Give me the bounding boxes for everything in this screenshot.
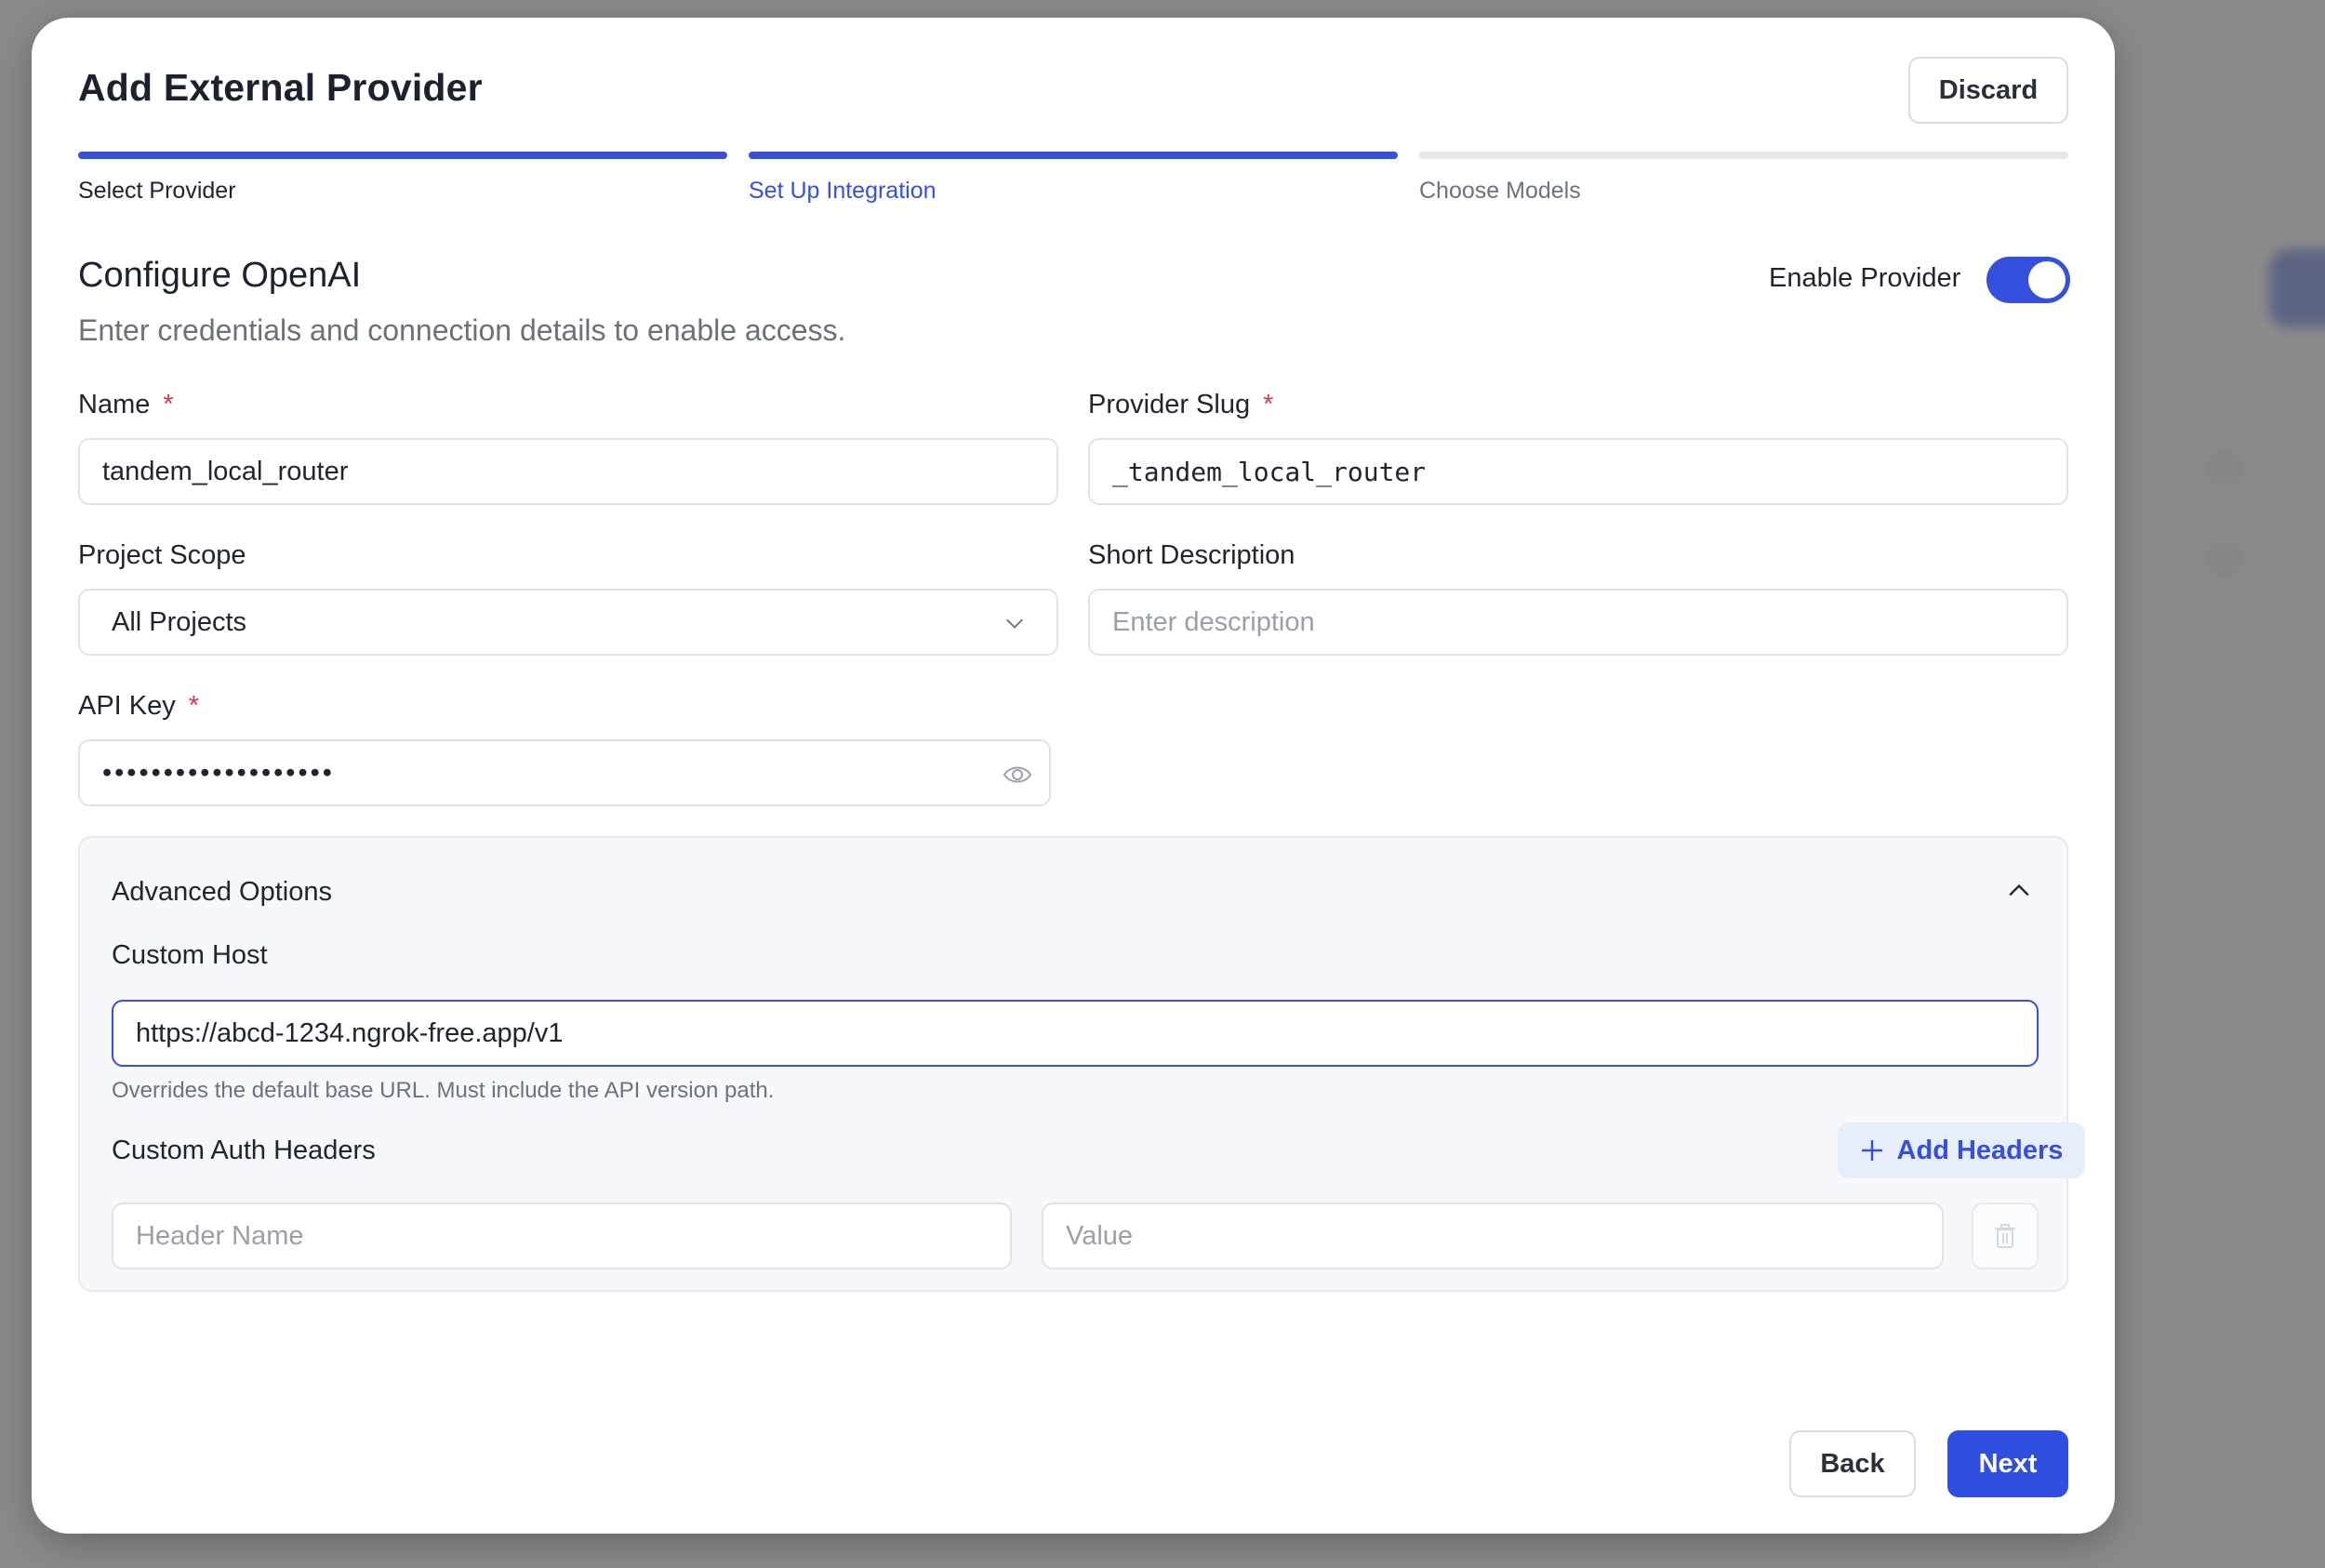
plus-icon bbox=[1861, 1140, 1882, 1161]
next-button[interactable]: Next bbox=[1947, 1430, 2068, 1497]
required-marker: * bbox=[163, 390, 174, 419]
provider-slug-input[interactable]: _tandem_local_router bbox=[1088, 438, 2068, 505]
eye-icon[interactable] bbox=[1003, 762, 1032, 788]
step-progress-bar bbox=[78, 152, 727, 159]
api-key-masked-value: ••••••••••••••••••• bbox=[102, 757, 335, 788]
section-title: Configure OpenAI bbox=[78, 256, 362, 295]
provider-slug-label: Provider Slug * bbox=[1088, 390, 1274, 419]
advanced-options-panel: Advanced Options Custom Host https://abc… bbox=[78, 836, 2085, 1292]
dialog-title: Add External Provider bbox=[78, 66, 483, 109]
add-headers-label: Add Headers bbox=[1896, 1135, 2064, 1165]
step-label: Select Provider bbox=[78, 178, 236, 204]
custom-host-input[interactable]: https://abcd-1234.ngrok-free.app/v1 bbox=[112, 1000, 2039, 1067]
toggle-knob bbox=[2028, 261, 2066, 299]
name-label: Name * bbox=[78, 390, 174, 419]
step-progress-bar bbox=[749, 152, 1398, 159]
header-value-placeholder: Value bbox=[1066, 1220, 1134, 1251]
advanced-options-title[interactable]: Advanced Options bbox=[112, 877, 332, 908]
short-description-placeholder: Enter description bbox=[1112, 606, 1315, 637]
project-scope-value: All Projects bbox=[112, 606, 247, 637]
background-app-button bbox=[2269, 249, 2325, 327]
api-key-label: API Key * bbox=[78, 691, 200, 721]
chevron-down-icon bbox=[1006, 618, 1023, 629]
header-value-input[interactable]: Value bbox=[1042, 1203, 1944, 1269]
header-name-input[interactable]: Header Name bbox=[112, 1203, 1012, 1269]
delete-header-button[interactable] bbox=[1972, 1203, 2039, 1269]
step-label: Set Up Integration bbox=[749, 178, 937, 204]
name-input[interactable]: tandem_local_router bbox=[78, 438, 1058, 505]
add-provider-dialog: Add External Provider Discard Select Pro… bbox=[32, 18, 2115, 1534]
project-scope-select[interactable]: All Projects bbox=[78, 589, 1058, 656]
project-scope-label: Project Scope bbox=[78, 540, 246, 570]
name-input-value: tandem_local_router bbox=[102, 456, 349, 486]
custom-host-help-text: Overrides the default base URL. Must inc… bbox=[112, 1078, 775, 1103]
short-description-input[interactable]: Enter description bbox=[1088, 589, 2068, 656]
trash-icon bbox=[1995, 1224, 2015, 1248]
provider-slug-value: _tandem_local_router bbox=[1112, 456, 1427, 487]
background-icon bbox=[2206, 448, 2243, 485]
custom-host-value: https://abcd-1234.ngrok-free.app/v1 bbox=[136, 1017, 564, 1048]
back-button[interactable]: Back bbox=[1789, 1430, 1916, 1497]
required-marker: * bbox=[188, 691, 200, 721]
section-subtitle: Enter credentials and connection details… bbox=[78, 313, 846, 347]
step-set-up-integration[interactable]: Set Up Integration bbox=[749, 152, 1398, 205]
header-name-placeholder: Header Name bbox=[136, 1220, 304, 1251]
enable-provider-label: Enable Provider bbox=[1769, 263, 1961, 293]
chevron-up-icon[interactable] bbox=[2007, 879, 2031, 903]
add-headers-button[interactable]: Add Headers bbox=[1838, 1123, 2085, 1178]
required-marker: * bbox=[1263, 390, 1274, 419]
custom-auth-headers-label: Custom Auth Headers bbox=[112, 1136, 376, 1165]
step-progress-bar bbox=[1419, 152, 2068, 159]
step-select-provider[interactable]: Select Provider bbox=[78, 152, 727, 205]
background-icon bbox=[2206, 541, 2243, 578]
enable-provider-toggle[interactable] bbox=[1986, 257, 2070, 303]
api-key-input[interactable]: ••••••••••••••••••• bbox=[78, 739, 1051, 806]
discard-button[interactable]: Discard bbox=[1908, 57, 2068, 124]
step-label: Choose Models bbox=[1419, 178, 1581, 204]
short-description-label: Short Description bbox=[1088, 540, 1295, 570]
custom-host-label: Custom Host bbox=[112, 940, 268, 970]
step-choose-models[interactable]: Choose Models bbox=[1419, 152, 2068, 205]
